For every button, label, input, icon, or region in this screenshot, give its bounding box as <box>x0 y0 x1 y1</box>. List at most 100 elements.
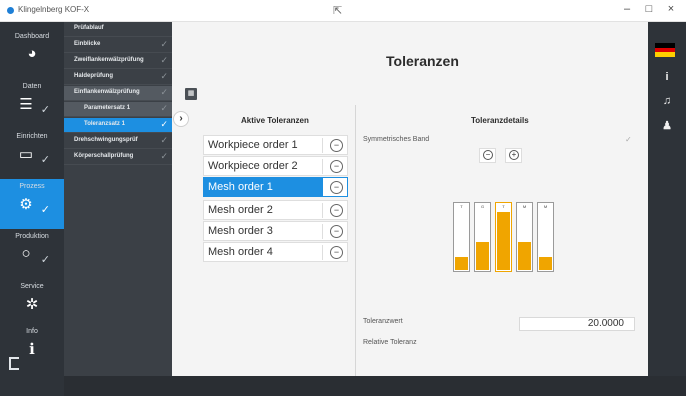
check-icon: ✓ <box>160 71 168 81</box>
tolerance-row[interactable]: Mesh order 2 − <box>203 200 348 220</box>
nav-item-dashboard[interactable]: Dashboard ◕ <box>0 29 64 79</box>
divider <box>322 159 323 174</box>
tree-item-label: Einblicke <box>74 41 101 47</box>
gauge-fill <box>497 211 510 270</box>
bell-icon[interactable]: ♫ <box>648 95 686 107</box>
remove-icon[interactable]: − <box>330 160 343 173</box>
nav-item-setup[interactable]: Einrichten ▭ ✓ <box>0 129 64 179</box>
window-title: Klingelnberg KOF-X <box>18 5 90 14</box>
gauge-label: M <box>543 204 548 209</box>
check-icon: ✓ <box>160 39 168 49</box>
tree-item-label: Drehschwingungsprüf <box>74 137 138 143</box>
app-logo-icon <box>7 7 14 14</box>
tree-item[interactable]: Parametersatz 1 ✓ <box>64 102 172 117</box>
remove-icon[interactable]: − <box>330 181 343 194</box>
tolerance-value-label: Toleranzwert <box>363 318 403 325</box>
gauge-label: G <box>480 204 485 209</box>
nav-item-process[interactable]: Prozess ⚙ ✓ <box>0 179 64 229</box>
check-icon: ✓ <box>160 103 168 113</box>
check-icon: ✓ <box>160 87 168 97</box>
page-title: Toleranzen <box>386 53 459 69</box>
divider <box>322 245 323 260</box>
logout-icon[interactable] <box>9 357 19 370</box>
symmetric-band-label: Symmetrisches Band <box>363 136 430 143</box>
tolerance-row[interactable]: Workpiece order 1 − <box>203 135 348 155</box>
tolerance-gauge[interactable]: T <box>495 202 512 272</box>
check-icon: ✓ <box>160 135 168 145</box>
relative-tolerance-label: Relative Toleranz <box>363 339 417 346</box>
collapse-panel-button[interactable]: › <box>173 111 189 127</box>
tolerance-row[interactable]: Mesh order 4 − <box>203 242 348 262</box>
check-icon: ✓ <box>40 204 50 216</box>
decrease-button[interactable]: − <box>479 148 496 163</box>
tolerance-row[interactable]: Workpiece order 2 − <box>203 156 348 176</box>
check-icon: ✓ <box>160 119 168 129</box>
symmetric-band-checkbox[interactable]: ✓ <box>625 135 632 144</box>
gauge-fill <box>539 256 552 270</box>
remove-icon[interactable]: − <box>330 139 343 152</box>
language-flag-icon[interactable] <box>655 43 675 57</box>
gauge-fill <box>455 256 468 270</box>
tree-item-label: Körperschallprüfung <box>74 153 134 159</box>
tolerance-row-label: Workpiece order 2 <box>208 160 298 172</box>
divider <box>322 203 323 218</box>
minimize-button[interactable]: – <box>620 3 634 15</box>
mouse-cursor-icon: ⇱ <box>333 5 343 17</box>
nav-label: Info <box>26 328 38 335</box>
tolerance-details-title: Toleranzdetails <box>471 116 529 125</box>
tree-item-label: Parametersatz 1 <box>84 105 131 111</box>
tree-item-selected[interactable]: Toleranzsatz 1 ✓ <box>64 118 172 133</box>
main-navigation: Dashboard ◕ Daten ☰ ✓ Einrichten ▭ ✓ Pro… <box>0 22 64 396</box>
gauge-fill <box>518 242 531 270</box>
divider <box>322 224 323 239</box>
tolerance-gauge[interactable]: G <box>474 202 491 272</box>
status-bar <box>64 376 686 396</box>
chip-icon[interactable]: ▦ <box>185 88 197 100</box>
tree-item[interactable]: Körperschallprüfung ✓ <box>64 150 172 165</box>
tree-item[interactable]: Einblicke ✓ <box>64 38 172 53</box>
check-icon: ✓ <box>40 104 50 116</box>
remove-icon[interactable]: − <box>330 204 343 217</box>
tree-item[interactable]: Prüfablauf <box>64 22 172 37</box>
flag-stripe <box>655 52 675 57</box>
tolerance-value-field[interactable]: 20.0000 <box>519 317 635 331</box>
tolerance-row-label: Mesh order 1 <box>208 181 273 193</box>
nav-label: Produktion <box>15 233 49 240</box>
check-icon: ✓ <box>160 151 168 161</box>
tolerance-row[interactable]: Mesh order 3 − <box>203 221 348 241</box>
tree-item[interactable]: Einflankenwälzprüfung ✓ <box>64 86 172 101</box>
tree-item-label: Haldeprüfung <box>74 73 113 79</box>
gauge-label: T <box>502 204 505 209</box>
tolerance-row-label: Workpiece order 1 <box>208 139 298 151</box>
tolerance-gauge[interactable]: M <box>516 202 533 272</box>
maximize-button[interactable]: □ <box>642 3 656 15</box>
tree-item[interactable]: Haldeprüfung ✓ <box>64 70 172 85</box>
tree-item-label: Prüfablauf <box>74 25 104 31</box>
title-bar: Klingelnberg KOF-X ⇱ – □ × <box>0 0 686 22</box>
gauge-label: M <box>522 204 527 209</box>
tolerance-row-selected[interactable]: Mesh order 1 − <box>203 177 348 197</box>
nav-label: Prozess <box>19 183 45 190</box>
remove-icon[interactable]: − <box>330 246 343 259</box>
process-tree: Prüfablauf Einblicke ✓ Zweiflankenwälzpr… <box>64 22 172 376</box>
increase-button[interactable]: + <box>505 148 522 163</box>
tree-item-label: Einflankenwälzprüfung <box>74 89 140 95</box>
remove-icon[interactable]: − <box>330 225 343 238</box>
tolerance-row-label: Mesh order 3 <box>208 225 273 237</box>
tree-item[interactable]: Drehschwingungsprüf ✓ <box>64 134 172 149</box>
info-icon[interactable]: i <box>648 71 686 83</box>
tree-item[interactable]: Zweiflankenwälzprüfung ✓ <box>64 54 172 69</box>
nav-item-data[interactable]: Daten ☰ ✓ <box>0 79 64 129</box>
check-icon: ✓ <box>40 154 50 166</box>
nav-item-production[interactable]: Produktion ○ ✓ <box>0 229 64 279</box>
tolerance-gauge[interactable]: T <box>453 202 470 272</box>
close-button[interactable]: × <box>664 3 678 15</box>
nav-label: Dashboard <box>14 33 50 40</box>
gauge-label: T <box>460 204 463 209</box>
tolerance-row-label: Mesh order 2 <box>208 204 273 216</box>
dashboard-icon: ◕ <box>27 45 37 62</box>
active-tolerances-title: Aktive Toleranzen <box>241 116 309 125</box>
user-icon[interactable]: ♟ <box>648 119 686 132</box>
tolerance-gauge[interactable]: M <box>537 202 554 272</box>
nav-item-service[interactable]: Service ✲ <box>0 279 64 329</box>
